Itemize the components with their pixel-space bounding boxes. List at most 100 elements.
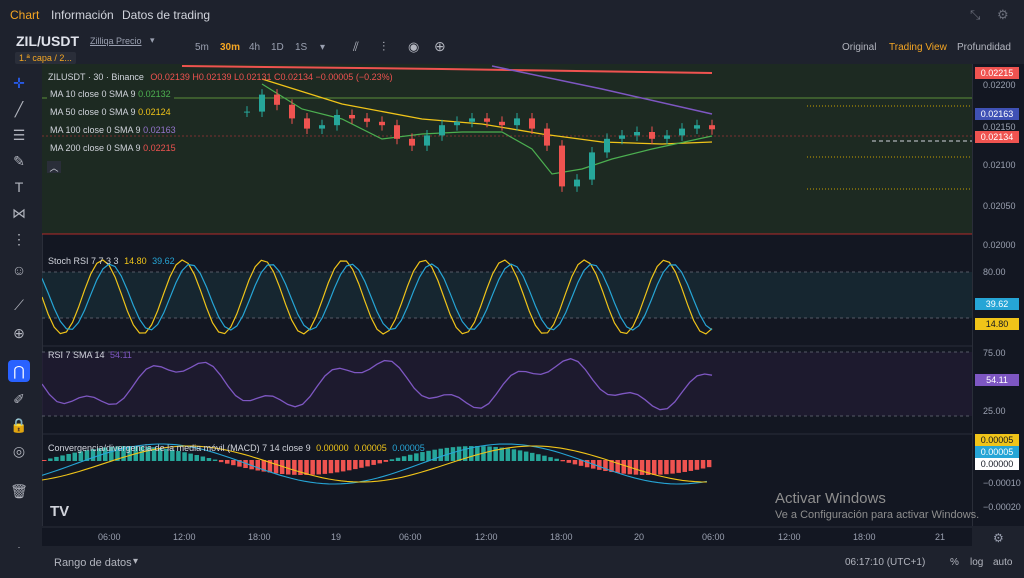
macd-tick: −0.00020 [983,502,1021,512]
macd-line-label: 0.00005 [975,446,1019,458]
price-scale[interactable]: 0.02200 0.02150 0.02100 0.02050 0.02000 … [972,64,1024,526]
chevron-down-icon[interactable]: ▾ [133,556,138,567]
tab-informacion[interactable]: Información [51,8,114,22]
macd-bar [572,460,578,465]
ma50-legend[interactable]: MA 50 close 0 SMA 9 0.02124 [47,107,174,117]
view-original[interactable]: Original [842,42,876,53]
candle-body [499,121,505,126]
macd-bar [359,460,364,468]
trash-icon[interactable]: 🗑 [8,480,30,502]
price-tick: 0.02100 [983,160,1016,170]
draw-lock-icon[interactable]: ✐ [8,388,30,410]
macd-bar [566,460,572,463]
macd-signal-label: 0.00005 [975,434,1019,446]
magnet-icon[interactable]: ⋂ [8,360,30,382]
time-tick: 18:00 [550,532,573,542]
rsi-tick-25: 25.00 [983,406,1006,416]
fib-icon[interactable]: ⋮ [8,228,30,250]
hlines-icon[interactable]: ☰ [8,124,30,146]
tf-1s[interactable]: 1S [295,42,307,53]
tf-4h[interactable]: 4h [249,42,260,53]
ma100-legend[interactable]: MA 100 close 0 SMA 9 0.02163 [47,125,179,135]
tab-datos-trading[interactable]: Datos de trading [122,8,210,22]
time-tick: 19 [331,532,342,542]
date-range-button[interactable]: Rango de datos [54,557,132,569]
emoji-icon[interactable]: ☺ [8,259,30,281]
text-icon[interactable]: T [8,176,30,198]
macd-title: Convergencia/divergencia de la media móv… [48,443,311,453]
macd-bar [401,456,407,461]
candle-body [319,125,325,129]
tf-more-icon[interactable]: ▾ [320,42,325,53]
view-profundidad[interactable]: Profundidad [957,42,1011,53]
macd-bar [639,460,645,475]
symbol-description[interactable]: Zilliqa Precio [90,36,142,46]
lock-icon[interactable]: 🔒 [8,414,30,436]
candle-body [574,179,580,187]
time-axis[interactable]: 06:00 12:00 18:00 19 06:00 12:00 18:00 2… [42,528,972,546]
footer: Rango de datos ▾ 06:17:10 (UTC+1) % log … [0,548,1024,578]
price-tick: 0.02000 [983,240,1016,250]
candle-body [274,94,280,105]
indicators-icon[interactable]: ⫽ [353,39,359,55]
macd-bar [353,460,358,470]
macd-bar [48,458,53,461]
macd-bar [292,460,297,475]
settings-icon[interactable]: ⚙ [997,7,1009,23]
macd-bar [389,459,395,461]
time-tick: 12:00 [778,532,801,542]
candle-body [364,118,370,122]
ma50-line [261,78,713,145]
auto-toggle[interactable]: auto [993,557,1012,568]
stoch-k-label: 14.80 [975,318,1019,330]
time-tick: 06:00 [98,532,121,542]
collapse-icon[interactable]: ⤡ [970,7,980,23]
macd-bar [475,446,480,461]
candle-body [649,132,655,139]
candle-body [304,118,310,129]
scale-settings-icon[interactable]: ⚙ [993,531,1004,545]
candles-icon[interactable]: ⫶ [382,39,385,55]
candle-body [634,132,640,136]
stoch-k-value: 14.80 [124,256,147,266]
macd-bar [328,460,334,474]
macd-bar [456,446,462,461]
crosshair-icon[interactable]: ✛ [8,72,30,94]
macd-bar [633,460,639,475]
tf-1d[interactable]: 1D [271,42,284,53]
collapse-legend-icon[interactable]: ︿ [47,161,61,173]
time-tick: 18:00 [248,532,271,542]
tf-5m[interactable]: 5m [195,42,209,53]
ruler-icon[interactable]: ⟋ [8,294,30,316]
pattern-icon[interactable]: ⋈ [8,202,30,224]
add-icon[interactable]: ⊕ [434,38,446,55]
price-tick: 0.02200 [983,80,1016,90]
ma10-legend[interactable]: MA 10 close 0 SMA 9 0.02132 [47,89,174,99]
log-toggle[interactable]: log [970,557,983,568]
eye-icon[interactable]: ◎ [8,440,30,462]
macd-bar [316,460,321,475]
candle-body [694,125,700,129]
macd-bar [365,460,370,467]
macd-bar [426,450,431,461]
chart-svg [42,65,972,485]
trendline-icon[interactable]: ╱ [8,98,30,120]
tf-30m[interactable]: 30m [220,42,240,53]
percent-toggle[interactable]: % [950,557,959,568]
macd-bar [420,452,425,461]
camera-icon[interactable]: ◉ [408,39,419,55]
stoch-d-label: 39.62 [975,298,1019,310]
candle-body [469,118,475,122]
chevron-down-icon[interactable]: ▾ [150,35,155,46]
view-tradingview[interactable]: Trading View [889,42,947,53]
macd-hist-label: 0.00000 [975,458,1019,470]
macd-bar [304,460,309,475]
macd-bar [194,455,199,461]
clock[interactable]: 06:17:10 (UTC+1) [845,557,925,568]
zoom-icon[interactable]: ⊕ [8,322,30,344]
tab-chart[interactable]: Chart [10,8,39,22]
ma200-legend[interactable]: MA 200 close 0 SMA 9 0.02215 [47,143,179,153]
symbol-title[interactable]: ZIL/USDT [16,33,79,49]
macd-bar [621,460,626,474]
brush-icon[interactable]: ✎ [8,150,30,172]
